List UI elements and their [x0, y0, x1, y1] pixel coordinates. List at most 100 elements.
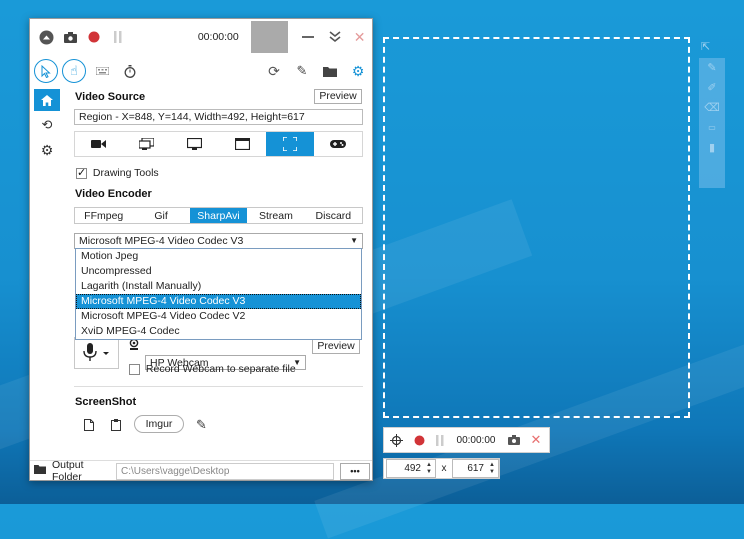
- source-preview-button[interactable]: Preview: [314, 89, 362, 104]
- region-selection[interactable]: [383, 37, 690, 418]
- tab-stream[interactable]: Stream: [247, 208, 304, 223]
- save-to-disk-icon[interactable]: [82, 418, 96, 432]
- close-icon[interactable]: ✕: [347, 29, 372, 46]
- source-multi-screen[interactable]: [123, 132, 171, 156]
- pen-icon[interactable]: ✎: [699, 58, 725, 78]
- region-side-toolbar: ✎ ✐ ⌫ ▭ ▮: [699, 58, 725, 188]
- screens-icon: [139, 138, 155, 150]
- screenshot-camera-icon[interactable]: [59, 31, 82, 43]
- close-icon[interactable]: ✕: [526, 432, 546, 448]
- edit-pencil-icon[interactable]: ✎: [196, 417, 207, 433]
- crosshair-icon[interactable]: [384, 433, 408, 447]
- source-screen[interactable]: [171, 132, 219, 156]
- stepper-arrows-icon[interactable]: ▲ ▼: [488, 462, 496, 476]
- width-value[interactable]: 492: [387, 463, 425, 474]
- codec-option[interactable]: XviD MPEG-4 Codec: [76, 324, 361, 339]
- color-swatch-icon[interactable]: ▮: [699, 138, 725, 158]
- highlighter-icon[interactable]: ✐: [699, 78, 725, 98]
- screenshot-title: ScreenShot: [75, 396, 137, 408]
- video-camera-icon: [91, 140, 107, 148]
- history-icon: ⟲: [41, 117, 53, 132]
- minimize-icon[interactable]: [294, 36, 322, 38]
- tab-sharpavi[interactable]: SharpAvi: [189, 208, 248, 223]
- tab-discard[interactable]: Discard: [305, 208, 362, 223]
- height-value[interactable]: 617: [453, 463, 488, 474]
- source-window[interactable]: [218, 132, 266, 156]
- camera-icon[interactable]: [502, 435, 526, 445]
- region-recorder-bar: 00:00:00 ✕: [383, 427, 550, 453]
- brush-icon[interactable]: ✎: [292, 62, 312, 80]
- webcam-separate-label: Record Webcam to separate file: [145, 363, 296, 376]
- window-icon: [234, 138, 250, 150]
- clipboard-icon[interactable]: [109, 418, 123, 432]
- codec-option[interactable]: Microsoft MPEG-4 Video Codec V2: [76, 309, 361, 324]
- codec-dropdown-list: Motion Jpeg Uncompressed Lagarith (Insta…: [75, 248, 362, 340]
- source-region[interactable]: [266, 132, 315, 156]
- codec-option[interactable]: Lagarith (Install Manually): [76, 279, 361, 294]
- divider: [74, 386, 363, 387]
- width-stepper[interactable]: 492 ▲ ▼: [386, 459, 436, 478]
- codec-selected-value: Microsoft MPEG-4 Video Codec V3: [79, 235, 244, 247]
- collapse-icon[interactable]: [34, 30, 59, 45]
- output-folder-bar: Output Folder C:\Users\vagge\Desktop •••: [30, 459, 372, 483]
- codec-select[interactable]: Microsoft MPEG-4 Video Codec V3 ▼: [74, 233, 363, 249]
- source-game[interactable]: [314, 132, 362, 156]
- nav-home[interactable]: [34, 89, 60, 111]
- tab-gif[interactable]: Gif: [132, 208, 189, 223]
- refresh-icon[interactable]: ⟳: [264, 62, 284, 80]
- webcam-icon: [129, 338, 139, 354]
- browse-folder-button[interactable]: •••: [340, 462, 370, 480]
- imgur-button[interactable]: Imgur: [134, 415, 184, 433]
- codec-option-selected[interactable]: Microsoft MPEG-4 Video Codec V3: [76, 294, 361, 309]
- output-folder-path[interactable]: C:\Users\vagge\Desktop: [116, 462, 334, 480]
- webcam-separate-row[interactable]: Record Webcam to separate file: [129, 363, 296, 375]
- home-icon: [41, 94, 53, 106]
- gamepad-icon: [330, 140, 347, 148]
- tab-ffmpeg[interactable]: FFmpeg: [75, 208, 132, 223]
- record-icon[interactable]: [408, 435, 430, 446]
- drawing-tools-row[interactable]: Drawing Tools: [76, 166, 159, 180]
- secondary-toolbar: ☝ ⟳ ✎ ⚙: [30, 57, 372, 87]
- record-icon[interactable]: [82, 31, 107, 43]
- webcam-preview-button[interactable]: Preview: [312, 339, 360, 354]
- output-folder-label: Output Folder: [52, 459, 84, 483]
- cursor-icon: ⇱: [701, 41, 711, 53]
- pause-icon[interactable]: [107, 31, 130, 43]
- stroke-size-icon[interactable]: ▭: [699, 118, 725, 138]
- chevron-down-icon: ▼: [350, 236, 358, 245]
- record-timer: 00:00:00: [197, 31, 239, 43]
- region-timer: 00:00:00: [456, 434, 496, 446]
- eraser-icon[interactable]: ⌫: [699, 98, 725, 118]
- webcam-separate-checkbox[interactable]: [129, 363, 140, 375]
- settings-gear-icon[interactable]: ⚙: [348, 62, 368, 80]
- video-source-title: Video Source: [75, 91, 146, 103]
- region-select-icon: [283, 137, 298, 151]
- side-navigation: ⟲ ⚙: [30, 89, 66, 459]
- stepper-arrows-icon[interactable]: ▲ ▼: [425, 462, 433, 476]
- region-info-field: Region - X=848, Y=144, Width=492, Height…: [74, 109, 363, 125]
- double-chevron-down-icon[interactable]: [322, 31, 347, 43]
- folder-icon[interactable]: [320, 62, 340, 80]
- timer-icon[interactable]: [120, 63, 140, 79]
- drawing-tools-label: Drawing Tools: [92, 167, 159, 180]
- codec-option[interactable]: Uncompressed: [76, 264, 361, 279]
- title-bar: 00:00:00 ✕: [30, 19, 372, 55]
- microphone-icon: [83, 343, 109, 361]
- monitor-icon: [187, 138, 203, 150]
- pause-icon[interactable]: [430, 434, 450, 446]
- webcam-preview-thumbnail[interactable]: [250, 21, 288, 53]
- microphone-button[interactable]: [74, 337, 119, 369]
- nav-history[interactable]: ⟲: [34, 114, 60, 136]
- codec-option[interactable]: Motion Jpeg: [76, 249, 361, 264]
- source-webcam[interactable]: [75, 132, 123, 156]
- encoder-tabs: FFmpeg Gif SharpAvi Stream Discard: [74, 207, 363, 224]
- click-highlight-icon[interactable]: ☝: [62, 59, 86, 83]
- drawing-tools-checkbox[interactable]: [76, 166, 87, 179]
- nav-settings[interactable]: ⚙: [34, 139, 60, 161]
- height-stepper[interactable]: 617 ▲ ▼: [452, 459, 499, 478]
- cursor-toggle-icon[interactable]: [34, 59, 58, 83]
- gear-icon: ⚙: [40, 141, 54, 158]
- video-encoder-title: Video Encoder: [75, 188, 152, 200]
- keyboard-icon[interactable]: [92, 63, 112, 79]
- folder-icon: [34, 465, 48, 477]
